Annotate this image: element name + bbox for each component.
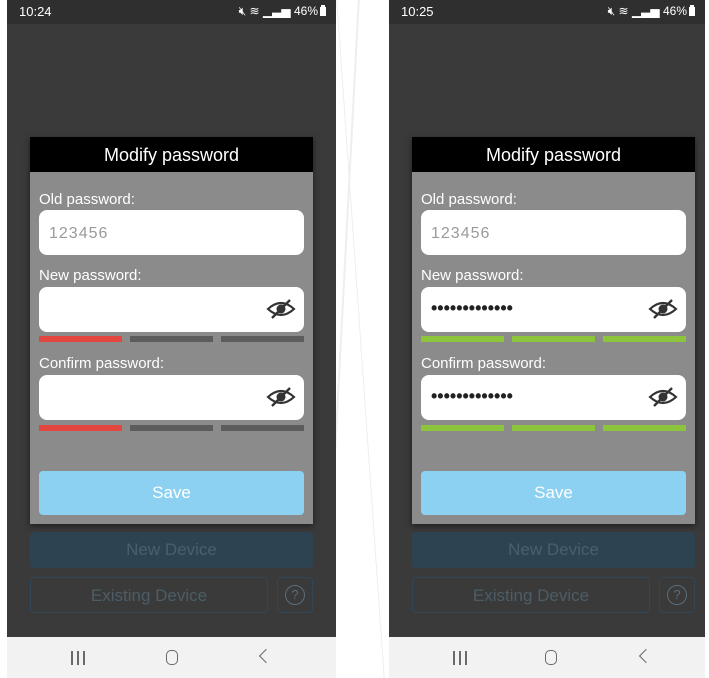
confirm-password-value: ••••••••••••• [431, 386, 513, 406]
strength-segment [221, 336, 304, 342]
mute-icon: 🔇︎ [238, 4, 247, 18]
strength-segment [603, 336, 686, 342]
status-bar: 10:24 🔇︎ ≋ ▁▃▅ 46% [7, 0, 336, 24]
nav-home-icon[interactable] [166, 650, 178, 665]
new-password-field[interactable] [39, 287, 304, 332]
battery-percent: 46% [293, 4, 318, 18]
phone-screen-left: 10:24 🔇︎ ≋ ▁▃▅ 46% Modify password Old p… [7, 0, 336, 678]
new-password-label: New password: [421, 267, 524, 284]
save-button[interactable]: Save [39, 471, 304, 515]
strength-segment [512, 336, 595, 342]
old-password-field[interactable]: 123456 [39, 210, 304, 255]
status-time: 10:25 [401, 4, 434, 19]
phone-screen-right: 10:25 🔇︎ ≋ ▁▃▅ 46% Modify password Old p… [389, 0, 705, 678]
help-button[interactable]: ? [659, 577, 695, 613]
confirm-password-label: Confirm password: [421, 355, 547, 372]
modify-password-dialog: Modify password Old password: 123456 New… [412, 137, 695, 524]
status-bar: 10:25 🔇︎ ≋ ▁▃▅ 46% [389, 0, 705, 24]
help-circle-icon: ? [667, 585, 687, 605]
hide-password-eye-icon[interactable] [266, 298, 296, 320]
confirm-password-field[interactable]: ••••••••••••• [421, 375, 686, 420]
nav-back-icon[interactable] [258, 648, 274, 664]
new-device-button[interactable]: New Device [30, 532, 313, 568]
dialog-title: Modify password [412, 137, 695, 172]
strength-segment [130, 425, 213, 431]
strength-segment [421, 336, 504, 342]
wifi-icon: ≋ [618, 4, 629, 18]
nav-recents-icon[interactable] [453, 651, 467, 665]
status-time: 10:24 [19, 4, 52, 19]
new-password-value: ••••••••••••• [431, 298, 513, 318]
new-password-label: New password: [39, 267, 142, 284]
strength-segment [221, 425, 304, 431]
strength-segment [603, 425, 686, 431]
old-password-field[interactable]: 123456 [421, 210, 686, 255]
android-nav-bar [389, 637, 705, 678]
confirm-password-field[interactable] [39, 375, 304, 420]
old-password-value: 123456 [49, 225, 109, 242]
hide-password-eye-icon[interactable] [648, 386, 678, 408]
help-circle-icon: ? [285, 585, 305, 605]
status-icons: 🔇︎ ≋ ▁▃▅ 46% [239, 4, 326, 19]
battery-icon [689, 5, 695, 16]
strength-segment [39, 425, 122, 431]
signal-icon: ▁▃▅ [631, 4, 660, 18]
new-password-field[interactable]: ••••••••••••• [421, 287, 686, 332]
confirm-password-label: Confirm password: [39, 355, 165, 372]
nav-home-icon[interactable] [545, 650, 557, 665]
new-device-button[interactable]: New Device [412, 532, 695, 568]
strength-segment [39, 336, 122, 342]
mute-icon: 🔇︎ [607, 4, 616, 18]
help-button[interactable]: ? [277, 577, 313, 613]
old-password-value: 123456 [431, 225, 491, 242]
background-line [336, 0, 385, 678]
status-icons: 🔇︎ ≋ ▁▃▅ 46% [608, 4, 695, 19]
old-password-label: Old password: [421, 191, 517, 208]
nav-back-icon[interactable] [638, 648, 654, 664]
strength-segment [130, 336, 213, 342]
wifi-icon: ≋ [249, 4, 260, 18]
hide-password-eye-icon[interactable] [266, 386, 296, 408]
signal-icon: ▁▃▅ [262, 4, 291, 18]
existing-device-button[interactable]: Existing Device [412, 577, 650, 613]
battery-percent: 46% [662, 4, 687, 18]
hide-password-eye-icon[interactable] [648, 298, 678, 320]
strength-segment [421, 425, 504, 431]
modify-password-dialog: Modify password Old password: 123456 New… [30, 137, 313, 524]
nav-recents-icon[interactable] [71, 651, 85, 665]
old-password-label: Old password: [39, 191, 135, 208]
dialog-title: Modify password [30, 137, 313, 172]
android-nav-bar [7, 637, 336, 678]
strength-segment [512, 425, 595, 431]
battery-icon [320, 5, 326, 16]
save-button[interactable]: Save [421, 471, 686, 515]
existing-device-button[interactable]: Existing Device [30, 577, 268, 613]
